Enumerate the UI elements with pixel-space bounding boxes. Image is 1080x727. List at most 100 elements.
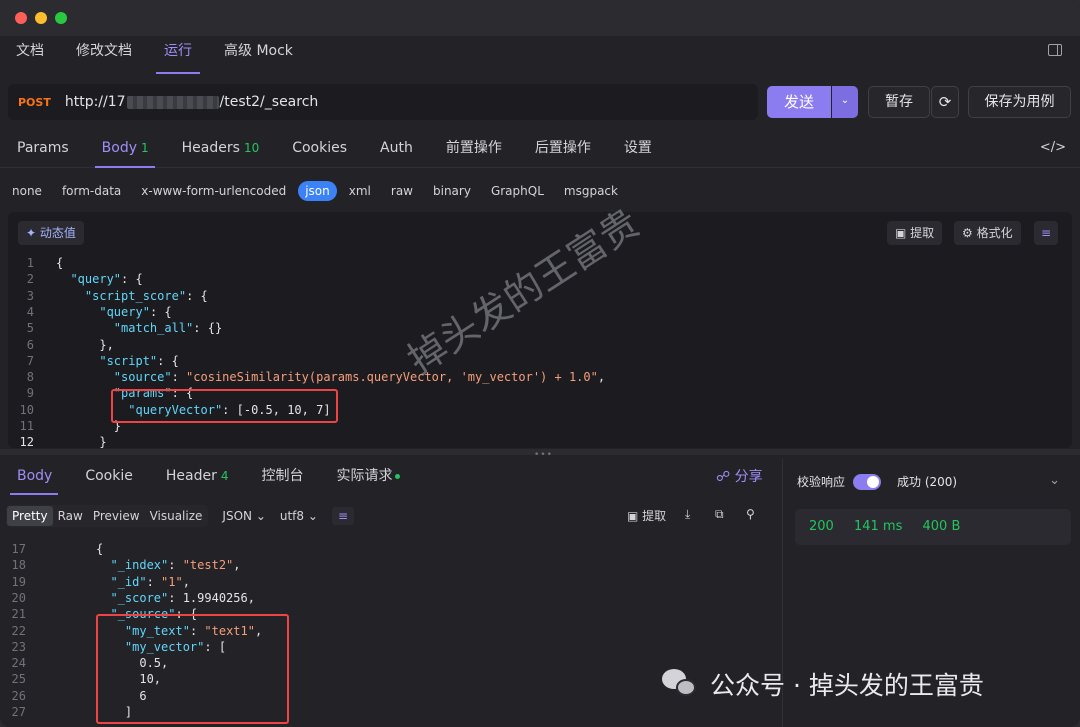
- view-visualize[interactable]: Visualize: [145, 506, 208, 526]
- line-number: 21: [11, 607, 26, 622]
- code-line: "source": "cosineSimilarity(params.query…: [113, 370, 606, 385]
- tab-response-body[interactable]: Body: [0, 457, 68, 497]
- url-bar[interactable]: POST http://17/test2/_search: [8, 84, 758, 120]
- wrap-lines-icon[interactable]: ≡: [331, 507, 354, 525]
- line-number: 8: [26, 370, 34, 385]
- url-input[interactable]: http://17/test2/_search: [65, 94, 318, 110]
- code-line: }: [56, 435, 107, 448]
- format-icon: ⚙: [962, 226, 977, 240]
- line-number: 23: [11, 639, 26, 654]
- tab-cookies[interactable]: Cookies: [275, 128, 363, 168]
- line-number: 26: [11, 688, 26, 703]
- tab-settings[interactable]: 设置: [607, 128, 668, 168]
- tab-docs[interactable]: 文档: [0, 36, 60, 76]
- extract-label: 提取: [910, 226, 935, 240]
- format-button[interactable]: ⚙ 格式化: [954, 221, 1021, 245]
- view-pretty[interactable]: Pretty: [7, 506, 53, 526]
- line-number: 6: [26, 337, 34, 352]
- share-button[interactable]: ☍ 分享: [716, 466, 763, 486]
- refresh-icon[interactable]: ⟳: [931, 86, 959, 118]
- tab-actual-request[interactable]: 实际请求: [320, 457, 416, 497]
- code-line: "_index": "test2",: [110, 558, 241, 573]
- view-raw[interactable]: Raw: [53, 506, 88, 526]
- tab-run[interactable]: 运行: [148, 36, 208, 76]
- save-temp-button[interactable]: 暂存: [868, 86, 930, 118]
- code-line: "query": {: [70, 272, 143, 287]
- tab-edit-docs[interactable]: 修改文档: [60, 36, 148, 76]
- code-view-icon[interactable]: </>: [1040, 140, 1066, 155]
- line-number: 17: [11, 542, 26, 556]
- status-summary: 200 141 ms 400 B: [795, 509, 1071, 545]
- format-label: 格式化: [976, 226, 1013, 240]
- response-extract-button[interactable]: ▣ 提取: [627, 507, 666, 524]
- body-type-urlencoded[interactable]: x-www-form-urlencoded: [133, 181, 294, 201]
- body-type-json[interactable]: json: [298, 181, 337, 201]
- tab-label: 前置操作: [445, 139, 502, 156]
- verify-label: 校验响应: [797, 475, 846, 489]
- tab-pre-operations[interactable]: 前置操作: [429, 128, 518, 168]
- verify-toggle[interactable]: [853, 473, 882, 490]
- sidebar-toggle-icon[interactable]: [1048, 44, 1062, 56]
- tab-post-operations[interactable]: 后置操作: [518, 128, 607, 168]
- line-number: 24: [11, 656, 26, 671]
- result-label: 成功 (200): [897, 475, 958, 489]
- footer-watermark: 公众号 · 掉头发的王富贵: [662, 666, 984, 702]
- tab-label: Auth: [380, 139, 413, 156]
- send-button[interactable]: 发送: [767, 86, 831, 118]
- body-type-graphql[interactable]: GraphQL: [483, 181, 552, 201]
- tab-label: 控制台: [261, 468, 304, 484]
- line-number: 12: [19, 435, 34, 448]
- save-as-case-button[interactable]: 保存为用例: [968, 86, 1071, 118]
- download-icon[interactable]: ⤓: [685, 507, 690, 522]
- line-number: 25: [11, 672, 26, 687]
- app-window: 文档 修改文档 运行 高级 Mock POST http://17/test2/…: [0, 0, 1080, 727]
- share-icon: ☍: [716, 469, 735, 485]
- code-line: "match_all": {}: [113, 321, 223, 336]
- close-window-button[interactable]: [15, 12, 27, 24]
- code-line: {: [96, 542, 104, 556]
- chevron-down-icon[interactable]: ⌄: [1049, 473, 1060, 488]
- extract-button[interactable]: ▣ 提取: [887, 221, 943, 245]
- tab-params[interactable]: Params: [0, 128, 85, 168]
- body-type-none[interactable]: none: [4, 181, 50, 201]
- send-dropdown-chevron-icon[interactable]: ⌄: [832, 86, 858, 118]
- line-number: 11: [19, 419, 34, 433]
- format-select[interactable]: JSON ⌄: [222, 509, 265, 523]
- redacted-host: [126, 95, 219, 109]
- tab-headers[interactable]: Headers 10: [165, 128, 276, 168]
- line-number: 7: [26, 353, 34, 368]
- line-number: 27: [11, 705, 26, 719]
- code-line: "script": {: [99, 353, 179, 368]
- http-method[interactable]: POST: [18, 96, 51, 109]
- search-icon[interactable]: ⚲: [746, 507, 755, 521]
- highlight-box: [96, 614, 289, 724]
- tab-console[interactable]: 控制台: [245, 457, 320, 497]
- chevron-down-icon: ⌄: [255, 509, 266, 523]
- dynamic-value-button[interactable]: ✦ 动态值: [18, 221, 84, 245]
- body-type-raw[interactable]: raw: [383, 181, 421, 201]
- tab-response-header[interactable]: Header 4: [149, 457, 245, 497]
- tab-advanced-mock[interactable]: 高级 Mock: [208, 36, 309, 76]
- minimize-window-button[interactable]: [35, 12, 47, 24]
- body-type-xml[interactable]: xml: [341, 181, 379, 201]
- tab-auth[interactable]: Auth: [363, 128, 429, 168]
- tab-label: Params: [17, 139, 69, 156]
- encoding-select-value: utf8: [279, 509, 305, 523]
- encoding-select[interactable]: utf8 ⌄: [280, 509, 318, 523]
- view-preview[interactable]: Preview: [88, 506, 145, 526]
- maximize-window-button[interactable]: [55, 12, 67, 24]
- wrap-lines-icon[interactable]: ≡: [1034, 221, 1058, 245]
- body-type-binary[interactable]: binary: [425, 181, 479, 201]
- tab-response-cookie[interactable]: Cookie: [68, 457, 149, 497]
- body-type-form-data[interactable]: form-data: [54, 181, 129, 201]
- line-number: 1: [26, 256, 34, 270]
- tab-label: Cookies: [292, 139, 348, 156]
- tab-count: 1: [141, 140, 149, 155]
- line-number: 2: [26, 272, 34, 287]
- tab-body[interactable]: Body 1: [85, 128, 165, 168]
- verify-response: 校验响应 成功 (200): [797, 473, 957, 490]
- copy-icon[interactable]: ⧉: [715, 507, 724, 522]
- request-tabs: Params Body 1 Headers 10 Cookies Auth 前置操作…: [0, 128, 1080, 168]
- response-view-toolbar: Pretty Raw Preview Visualize JSON ⌄ utf8…: [6, 503, 776, 529]
- panel-splitter[interactable]: •••: [0, 449, 1080, 460]
